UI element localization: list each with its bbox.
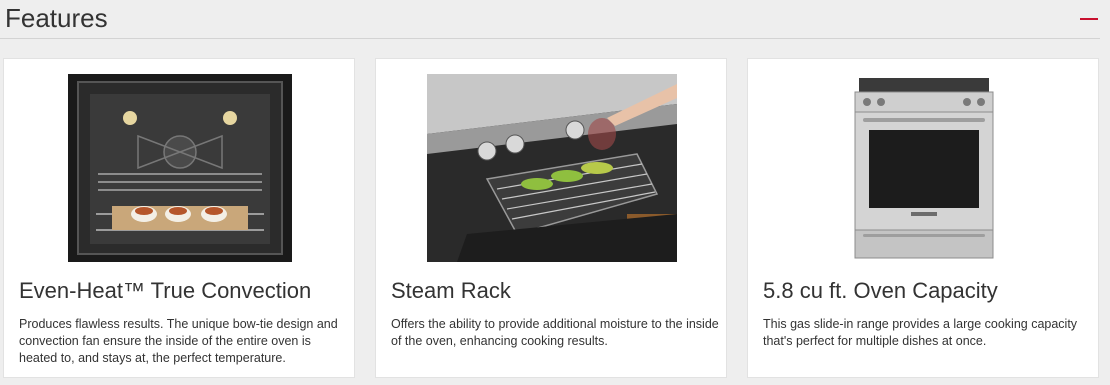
oven-interior-image (68, 74, 292, 262)
feature-description: Produces flawless results. The unique bo… (19, 317, 338, 365)
section-title: Features (5, 3, 108, 33)
range-product-image (853, 74, 995, 262)
feature-title: 5.8 cu ft. Oven Capacity (763, 278, 998, 303)
feature-card-convection: Even-Heat™ True Convection Produces flaw… (3, 58, 355, 378)
feature-card-steam-rack: Steam Rack Offers the ability to provide… (375, 58, 727, 378)
header-divider (0, 38, 1100, 39)
features-header: Features (0, 0, 1110, 40)
feature-title: Steam Rack (391, 278, 511, 303)
feature-title: Even-Heat™ True Convection (19, 278, 312, 303)
feature-description: Offers the ability to provide additional… (391, 317, 719, 348)
feature-description: This gas slide-in range provides a large… (763, 317, 1078, 348)
feature-card-oven-capacity: 5.8 cu ft. Oven Capacity This gas slide-… (747, 58, 1099, 378)
minus-icon[interactable] (1080, 18, 1098, 21)
steam-rack-image (427, 74, 677, 262)
feature-cards: Even-Heat™ True Convection Produces flaw… (3, 58, 1100, 380)
